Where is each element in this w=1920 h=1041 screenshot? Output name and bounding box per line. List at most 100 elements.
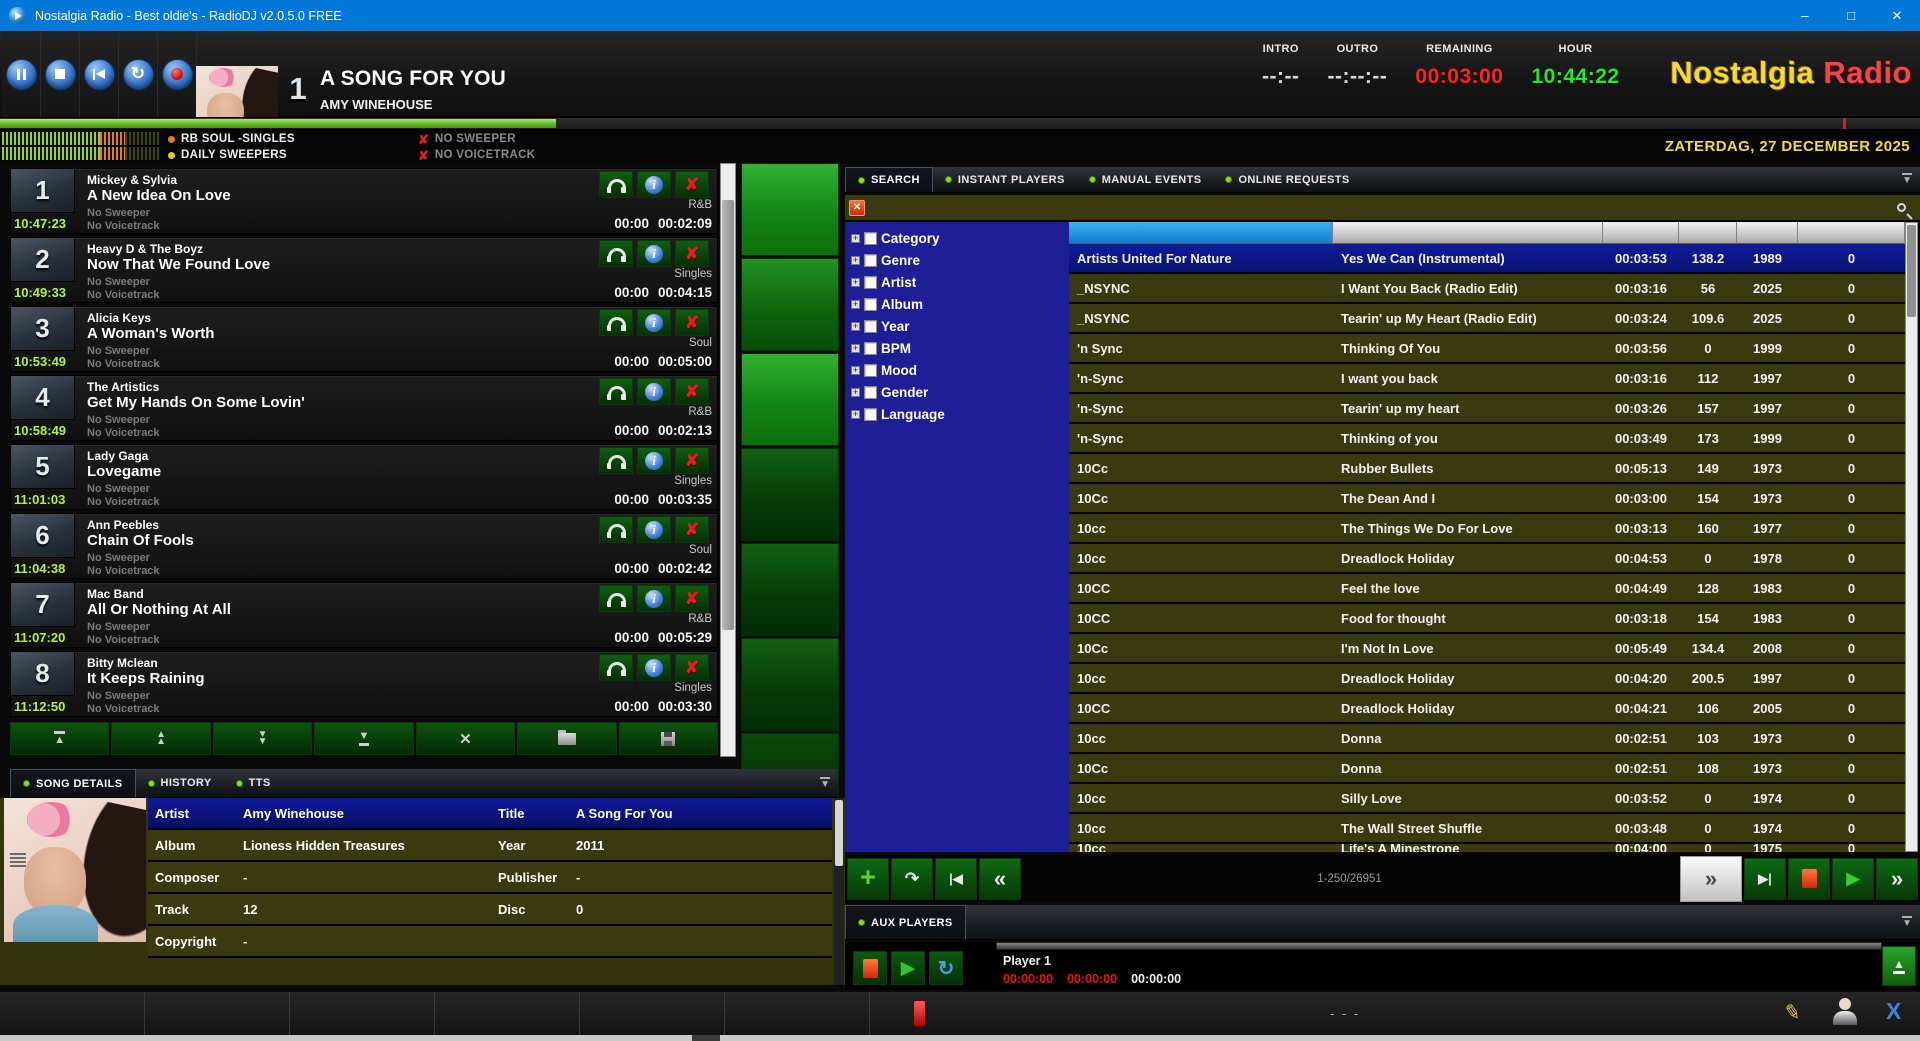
filter-checkbox[interactable] xyxy=(864,276,877,289)
move-to-bottom-button[interactable]: ▼ xyxy=(314,722,413,755)
track-info-button[interactable]: i xyxy=(637,516,671,543)
preview-play-button[interactable]: ▶ xyxy=(1832,858,1874,900)
result-row[interactable]: 'n-Sync Tearin' up my heart 00:03:26 157… xyxy=(1069,394,1905,424)
pause-button[interactable] xyxy=(2,31,41,117)
song-progress-bar[interactable] xyxy=(0,117,1920,130)
filter-tree-item-category[interactable]: + Category xyxy=(845,227,1069,249)
result-row[interactable]: Artists United For Nature Yes We Can (In… xyxy=(1069,244,1905,274)
first-page-button[interactable]: |◀ xyxy=(935,858,977,900)
table-scrollbar[interactable] xyxy=(1905,222,1918,852)
column-header[interactable] xyxy=(1737,222,1798,244)
column-header[interactable] xyxy=(1603,222,1679,244)
playlist-row[interactable]: 8 11:12:50 Bitty Mclean It Keeps Raining… xyxy=(10,651,718,717)
details-scrollbar-thumb[interactable] xyxy=(835,800,843,866)
track-info-button[interactable]: i xyxy=(637,240,671,267)
exit-icon[interactable]: X xyxy=(1886,998,1901,1025)
remove-track-button[interactable]: ✘ xyxy=(675,447,709,474)
preview-stop-button[interactable] xyxy=(1788,858,1830,900)
load-playlist-button[interactable] xyxy=(517,722,616,755)
aux-stop-button[interactable] xyxy=(853,951,887,985)
track-info-button[interactable]: i xyxy=(637,585,671,612)
result-row[interactable]: 10CC Food for thought 00:03:18 154 1983 … xyxy=(1069,604,1905,634)
collapse-aux-icon[interactable]: ▼ xyxy=(1902,916,1912,929)
filter-checkbox[interactable] xyxy=(864,364,877,377)
tab-manual-events[interactable]: MANUAL EVENTS xyxy=(1077,167,1214,192)
tab-tts[interactable]: TTS xyxy=(224,769,283,797)
collapse-panel-icon[interactable]: ▼ xyxy=(820,777,830,790)
preview-track-button[interactable] xyxy=(599,447,633,474)
remove-track-button[interactable]: ✘ xyxy=(675,309,709,336)
next-page-button[interactable]: » xyxy=(1680,856,1742,902)
save-playlist-button[interactable] xyxy=(619,722,718,755)
filter-checkbox[interactable] xyxy=(864,232,877,245)
add-to-playlist-button[interactable]: + xyxy=(847,858,889,900)
remove-track-button[interactable]: ✘ xyxy=(675,516,709,543)
tab-history[interactable]: HISTORY xyxy=(136,769,224,797)
preview-track-button[interactable] xyxy=(599,654,633,681)
nav-playlist-builder[interactable] xyxy=(145,992,290,1035)
nav-tracks-manager[interactable] xyxy=(0,992,145,1035)
result-row[interactable]: 10Cc The Dean And I 00:03:00 154 1973 0 xyxy=(1069,484,1905,514)
tab-search[interactable]: SEARCH xyxy=(845,167,933,192)
playlist-row[interactable]: 7 11:07:20 Mac Band All Or Nothing At Al… xyxy=(10,582,718,648)
result-row[interactable]: 10CC Dreadlock Holiday 00:04:21 106 2005… xyxy=(1069,694,1905,724)
maximize-button[interactable]: □ xyxy=(1828,0,1874,31)
tab-instant-players[interactable]: INSTANT PLAYERS xyxy=(933,167,1077,192)
filter-tree-item-language[interactable]: + Language xyxy=(845,403,1069,425)
filter-checkbox[interactable] xyxy=(864,320,877,333)
remove-track-button[interactable]: ✘ xyxy=(675,240,709,267)
result-row[interactable]: 10cc Dreadlock Holiday 00:04:53 0 1978 0 xyxy=(1069,544,1905,574)
remove-track-button[interactable]: ✘ xyxy=(675,585,709,612)
requeue-button[interactable]: ↷ xyxy=(891,858,933,900)
column-header[interactable] xyxy=(1333,222,1603,244)
result-row[interactable]: 10cc Life's A Minestrone 00:04:00 0 1975… xyxy=(1069,844,1905,852)
filter-checkbox[interactable] xyxy=(864,386,877,399)
result-row[interactable]: 'n-Sync I want you back 00:03:16 112 199… xyxy=(1069,364,1905,394)
aux-seek-bar[interactable] xyxy=(996,942,1882,950)
result-row[interactable]: 10cc The Things We Do For Love 00:03:13 … xyxy=(1069,514,1905,544)
remove-track-button[interactable]: ✘ xyxy=(675,378,709,405)
nav-folder-sync[interactable] xyxy=(725,992,870,1035)
input-button[interactable] xyxy=(741,638,839,731)
playlist-row[interactable]: 5 11:01:03 Lady Gaga Lovegame No Sweeper… xyxy=(10,444,718,510)
stop-button[interactable] xyxy=(41,31,80,117)
remove-track-button[interactable]: ✘ xyxy=(675,171,709,198)
expand-icon[interactable]: + xyxy=(851,344,860,353)
move-up-button[interactable]: ▲ ▲ xyxy=(111,722,210,755)
close-button[interactable]: ✕ xyxy=(1874,0,1920,31)
result-row[interactable]: 10cc Silly Love 00:03:52 0 1974 0 xyxy=(1069,784,1905,814)
preview-track-button[interactable] xyxy=(599,378,633,405)
filter-tree-item-gender[interactable]: + Gender xyxy=(845,381,1069,403)
filter-checkbox[interactable] xyxy=(864,342,877,355)
collapse-search-icon[interactable]: ▼ xyxy=(1902,173,1912,186)
playlist-row[interactable]: 3 10:53:49 Alicia Keys A Woman's Worth N… xyxy=(10,306,718,372)
last-page-button[interactable]: ▶| xyxy=(1744,858,1786,900)
result-row[interactable]: 10CC Feel the love 00:04:49 128 1983 0 xyxy=(1069,574,1905,604)
tab-online-requests[interactable]: ONLINE REQUESTS xyxy=(1213,167,1361,192)
expand-icon[interactable]: + xyxy=(851,322,860,331)
replace-button[interactable] xyxy=(741,448,839,541)
nav-audio-processing[interactable] xyxy=(290,992,435,1035)
aux-eject-button[interactable]: ▲ xyxy=(1882,946,1916,986)
track-info-button[interactable]: i xyxy=(637,309,671,336)
expand-icon[interactable]: + xyxy=(851,300,860,309)
track-info-button[interactable]: i xyxy=(637,654,671,681)
result-row[interactable]: 10cc Donna 00:02:51 103 1973 0 xyxy=(1069,724,1905,754)
result-row[interactable]: 10cc The Wall Street Shuffle 00:03:48 0 … xyxy=(1069,814,1905,844)
fast-forward-button[interactable]: » xyxy=(1876,858,1918,900)
clear-button[interactable] xyxy=(741,543,839,636)
preview-track-button[interactable] xyxy=(599,585,633,612)
automated-button[interactable] xyxy=(741,258,839,351)
track-info-button[interactable]: i xyxy=(637,171,671,198)
filter-tree-item-year[interactable]: + Year xyxy=(845,315,1069,337)
aux-loop-button[interactable]: ↻ xyxy=(929,951,963,985)
insert-button[interactable] xyxy=(741,353,839,446)
result-row[interactable]: 10Cc Rubber Bullets 00:05:13 149 1973 0 xyxy=(1069,454,1905,484)
tab-aux-players[interactable]: AUX PLAYERS xyxy=(845,905,966,939)
filter-tree-item-mood[interactable]: + Mood xyxy=(845,359,1069,381)
nav-utilities[interactable] xyxy=(435,992,580,1035)
move-to-top-button[interactable]: ▲ xyxy=(10,722,109,755)
expand-icon[interactable]: + xyxy=(851,278,860,287)
table-scrollbar-thumb[interactable] xyxy=(1907,225,1916,317)
previous-page-button[interactable]: « xyxy=(979,858,1021,900)
